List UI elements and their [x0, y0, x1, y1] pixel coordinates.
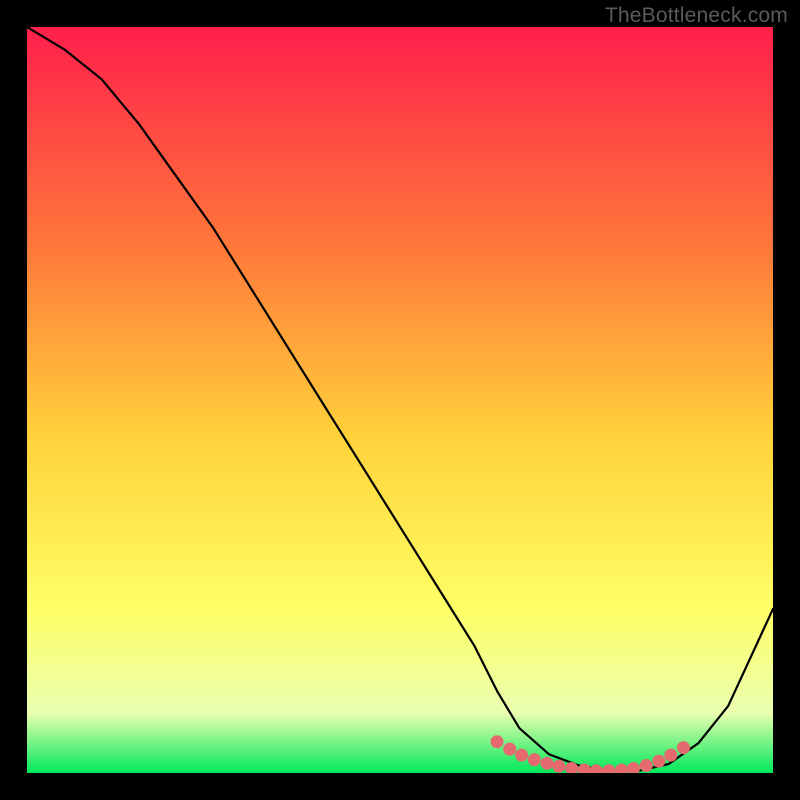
valley-marker-dot [677, 741, 690, 754]
valley-marker-dot [491, 735, 504, 748]
valley-marker-dot [541, 757, 554, 770]
chart-frame: TheBottleneck.com [0, 0, 800, 800]
valley-marker-dot [652, 755, 665, 768]
valley-marker-dot [503, 743, 516, 756]
valley-marker-dot [640, 759, 653, 772]
valley-marker-dot [664, 749, 677, 762]
watermark-text: TheBottleneck.com [605, 4, 788, 28]
bottleneck-chart [27, 27, 773, 773]
valley-marker-dot [528, 753, 541, 766]
valley-marker-dot [515, 749, 528, 762]
valley-marker-dot [552, 760, 565, 773]
gradient-background [27, 27, 773, 773]
